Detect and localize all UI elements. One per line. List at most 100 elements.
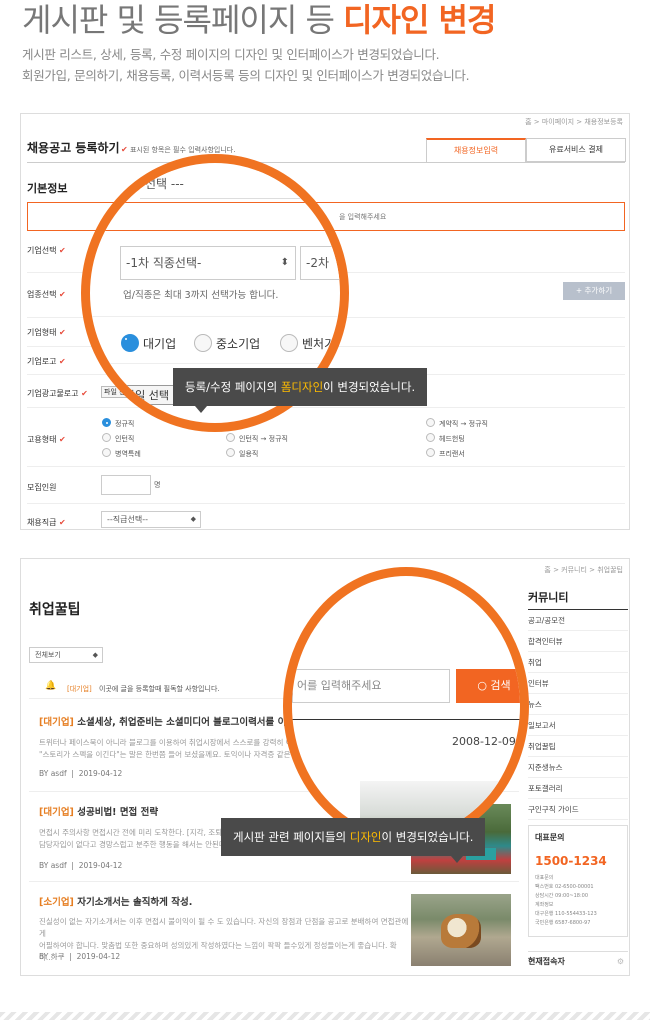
radio-emp-1[interactable] bbox=[426, 418, 435, 427]
contact-line: 국민은행 6587-6800-97 bbox=[535, 920, 591, 926]
sidebar-item[interactable]: 일보고서 bbox=[528, 715, 628, 736]
post-meta: BY 하쿠 | 2019-04-12 bbox=[39, 952, 121, 961]
post-thumbnail[interactable] bbox=[411, 894, 511, 966]
add-button[interactable]: + 추가하기 bbox=[563, 282, 625, 300]
zoom-select-job1-value: -1차 직종선택- bbox=[126, 256, 202, 270]
zoom-hint: 업/직종은 최대 3까지 선택가능 합니다. bbox=[123, 290, 279, 301]
headcount-input[interactable] bbox=[101, 475, 151, 495]
form-screenshot: 홈 > 마이페이지 > 채용정보등록 채용공고 등록하기 ✔ 표시된 항목은 필… bbox=[20, 113, 630, 530]
sidebar-item[interactable]: 인터뷰 bbox=[528, 673, 628, 694]
gear-icon[interactable]: ⚙ bbox=[617, 952, 624, 972]
tooltip-form: 등록/수정 페이지의 폼디자인이 변경되었습니다. bbox=[173, 368, 428, 413]
tab-paid-service[interactable]: 유료서비스 결제 bbox=[526, 138, 626, 162]
sidebar-item[interactable]: 합격인터뷰 bbox=[528, 631, 628, 652]
post-title[interactable]: [소기업] 자기소개서는 솔직하게 작성. bbox=[39, 894, 192, 908]
emp-label-4: 헤드헌팅 bbox=[439, 435, 465, 443]
bell-icon: 🔔 bbox=[45, 681, 57, 691]
label-company-type: 기업형태 ✔ bbox=[27, 328, 66, 337]
zoom-size-2: 벤처기업 bbox=[302, 337, 347, 351]
radio-emp-7[interactable] bbox=[426, 448, 435, 457]
contact-line: 상담시간 09:00~18:00 bbox=[535, 893, 588, 899]
contact-line: 팩스번호 02-6500-00001 bbox=[535, 884, 594, 890]
zoom-radio-venture[interactable] bbox=[280, 334, 298, 352]
post-title-text: 자기소개서는 솔직하게 작성. bbox=[77, 897, 193, 908]
sidebar-item[interactable]: 취업 bbox=[528, 652, 628, 673]
post-title-text: 성공비법! 면접 전략 bbox=[77, 807, 159, 818]
filter-select[interactable]: 전체보기 ◆ bbox=[29, 647, 103, 663]
divider bbox=[27, 466, 625, 467]
sidebar-item[interactable]: 포토갤러리 bbox=[528, 778, 628, 799]
description-2: 회원가입, 문의하기, 채용등록, 이력서등록 등의 디자인 및 인터페이스가 … bbox=[22, 68, 470, 83]
radio-emp-4[interactable] bbox=[426, 433, 435, 442]
filter-select-value: 전체보기 bbox=[35, 651, 61, 659]
sidebar-title: 커뮤니티 bbox=[528, 591, 569, 604]
chevron-down-icon: ◆ bbox=[190, 515, 196, 523]
breadcrumb: 홈 > 마이페이지 > 채용정보등록 bbox=[525, 118, 623, 126]
error-placeholder: 을 입력해주세요 bbox=[339, 213, 387, 221]
post-category: [소기업] bbox=[39, 897, 74, 908]
tab-underline bbox=[27, 162, 625, 163]
sidebar-item[interactable]: 지준생뉴스 bbox=[528, 757, 628, 778]
contact-line: 대표문의 bbox=[535, 875, 554, 881]
zoom-size-1: 중소기업 bbox=[216, 337, 261, 351]
post-date: 2019-04-12 bbox=[78, 769, 123, 778]
tooltip-board: 게시판 관련 페이지들의 디자인이 변경되었습니다. bbox=[221, 818, 486, 863]
emp-label-5: 병역특례 bbox=[115, 450, 141, 458]
divider bbox=[27, 407, 625, 408]
radio-emp-5[interactable] bbox=[102, 448, 111, 457]
zoom-select-company[interactable]: 선택 --- ⬍ bbox=[140, 171, 300, 199]
sidebar-item[interactable]: 뉴스 bbox=[528, 694, 628, 715]
headline-accent: 디자인 변경 bbox=[343, 1, 496, 39]
search-icon: ○ bbox=[477, 679, 487, 692]
radio-emp-3[interactable] bbox=[226, 433, 235, 442]
post-title[interactable]: [대기업] 소셜세상, 취업준비는 소셜미디어 블로그이력서를 이용하 bbox=[39, 714, 304, 728]
zoom-select-job2[interactable]: -2차 bbox=[300, 246, 340, 280]
post-title[interactable]: [대기업] 성공비법! 면접 전략 bbox=[39, 804, 158, 818]
zoom-select-job1[interactable]: -1차 직종선택- ⬍ bbox=[120, 246, 296, 280]
post-date: 2019-04-12 bbox=[76, 952, 121, 961]
breadcrumb: 홈 > 커뮤니티 > 취업꿀팁 bbox=[544, 566, 623, 574]
post-title-text: 소셜세상, 취업준비는 소셜미디어 블로그이력서를 이용하 bbox=[77, 717, 304, 728]
tooltip-board-post: 이 변경되었습니다. bbox=[381, 830, 474, 844]
zoom-error-field bbox=[90, 202, 340, 231]
radio-emp-2[interactable] bbox=[102, 433, 111, 442]
post-excerpt-line: 담당자입이 없다고 경망스럽고 분주한 행동을 해서는 안된다 bbox=[39, 840, 226, 849]
sidebar-item[interactable]: 구인구직 가이드 bbox=[528, 799, 628, 820]
tooltip-board-accent: 디자인 bbox=[349, 830, 382, 844]
zoom-radio-large[interactable] bbox=[121, 334, 139, 352]
contact-line: 대구은행 110-554433-123 bbox=[535, 911, 597, 917]
zoom-search-input[interactable]: 어를 입력해주세요 bbox=[292, 669, 450, 703]
post-excerpt-line: 진실성이 없는 자기소개서는 이후 면접시 불이익이 될 수 도 있습니다. 자… bbox=[39, 917, 409, 938]
post-date: 2019-04-12 bbox=[78, 861, 123, 870]
chevron-down-icon: ⬍ bbox=[280, 257, 289, 268]
post-meta: BY asdf | 2019-04-12 bbox=[39, 861, 123, 870]
label-company-text: 기업선택 bbox=[27, 246, 57, 255]
label-logo-text: 기업로고 bbox=[27, 357, 57, 366]
form-title: 채용공고 등록하기 bbox=[27, 141, 120, 155]
emp-label-2: 인턴직 bbox=[115, 435, 135, 443]
post-category: [대기업] bbox=[39, 717, 74, 728]
tooltip-board-pre: 게시판 관련 페이지들의 bbox=[233, 830, 350, 844]
chevron-down-icon: ⬍ bbox=[287, 178, 296, 189]
tab-job-info[interactable]: 채용정보입력 bbox=[426, 138, 526, 162]
required-note-text: 표시된 항목은 필수 입력사항입니다. bbox=[129, 146, 236, 154]
radio-emp-0[interactable] bbox=[102, 418, 111, 427]
visitors-box: 현재접속자 ⚙ bbox=[528, 951, 628, 973]
description-1: 게시판 리스트, 상세, 등록, 수정 페이지의 디자인 및 인터페이스가 변경… bbox=[22, 47, 440, 62]
contact-title: 대표문의 bbox=[535, 833, 565, 842]
radio-emp-6[interactable] bbox=[226, 448, 235, 457]
zoom-size-0: 대기업 bbox=[143, 337, 177, 351]
sidebar-item[interactable]: 공고/공모전 bbox=[528, 610, 628, 631]
chevron-down-icon: ◆ bbox=[92, 651, 98, 659]
zoom-search-button[interactable]: ○ 검색 bbox=[456, 669, 520, 703]
sidebar-item[interactable]: 취업꿀팁 bbox=[528, 736, 628, 757]
post-meta: BY asdf | 2019-04-12 bbox=[39, 769, 123, 778]
zoom-file-button[interactable]: 파일 선택 bbox=[120, 385, 174, 405]
label-employment-text: 고용형태 bbox=[27, 435, 57, 444]
rank-select[interactable]: --직급선택-- ◆ bbox=[101, 511, 201, 528]
divider bbox=[29, 881, 519, 882]
section-title: 기본정보 bbox=[27, 182, 68, 195]
headline-plain: 게시판 및 등록페이지 등 bbox=[22, 1, 344, 39]
zoom-radio-small[interactable] bbox=[194, 334, 212, 352]
label-ad-logo-text: 기업광고물로고 bbox=[27, 389, 79, 398]
